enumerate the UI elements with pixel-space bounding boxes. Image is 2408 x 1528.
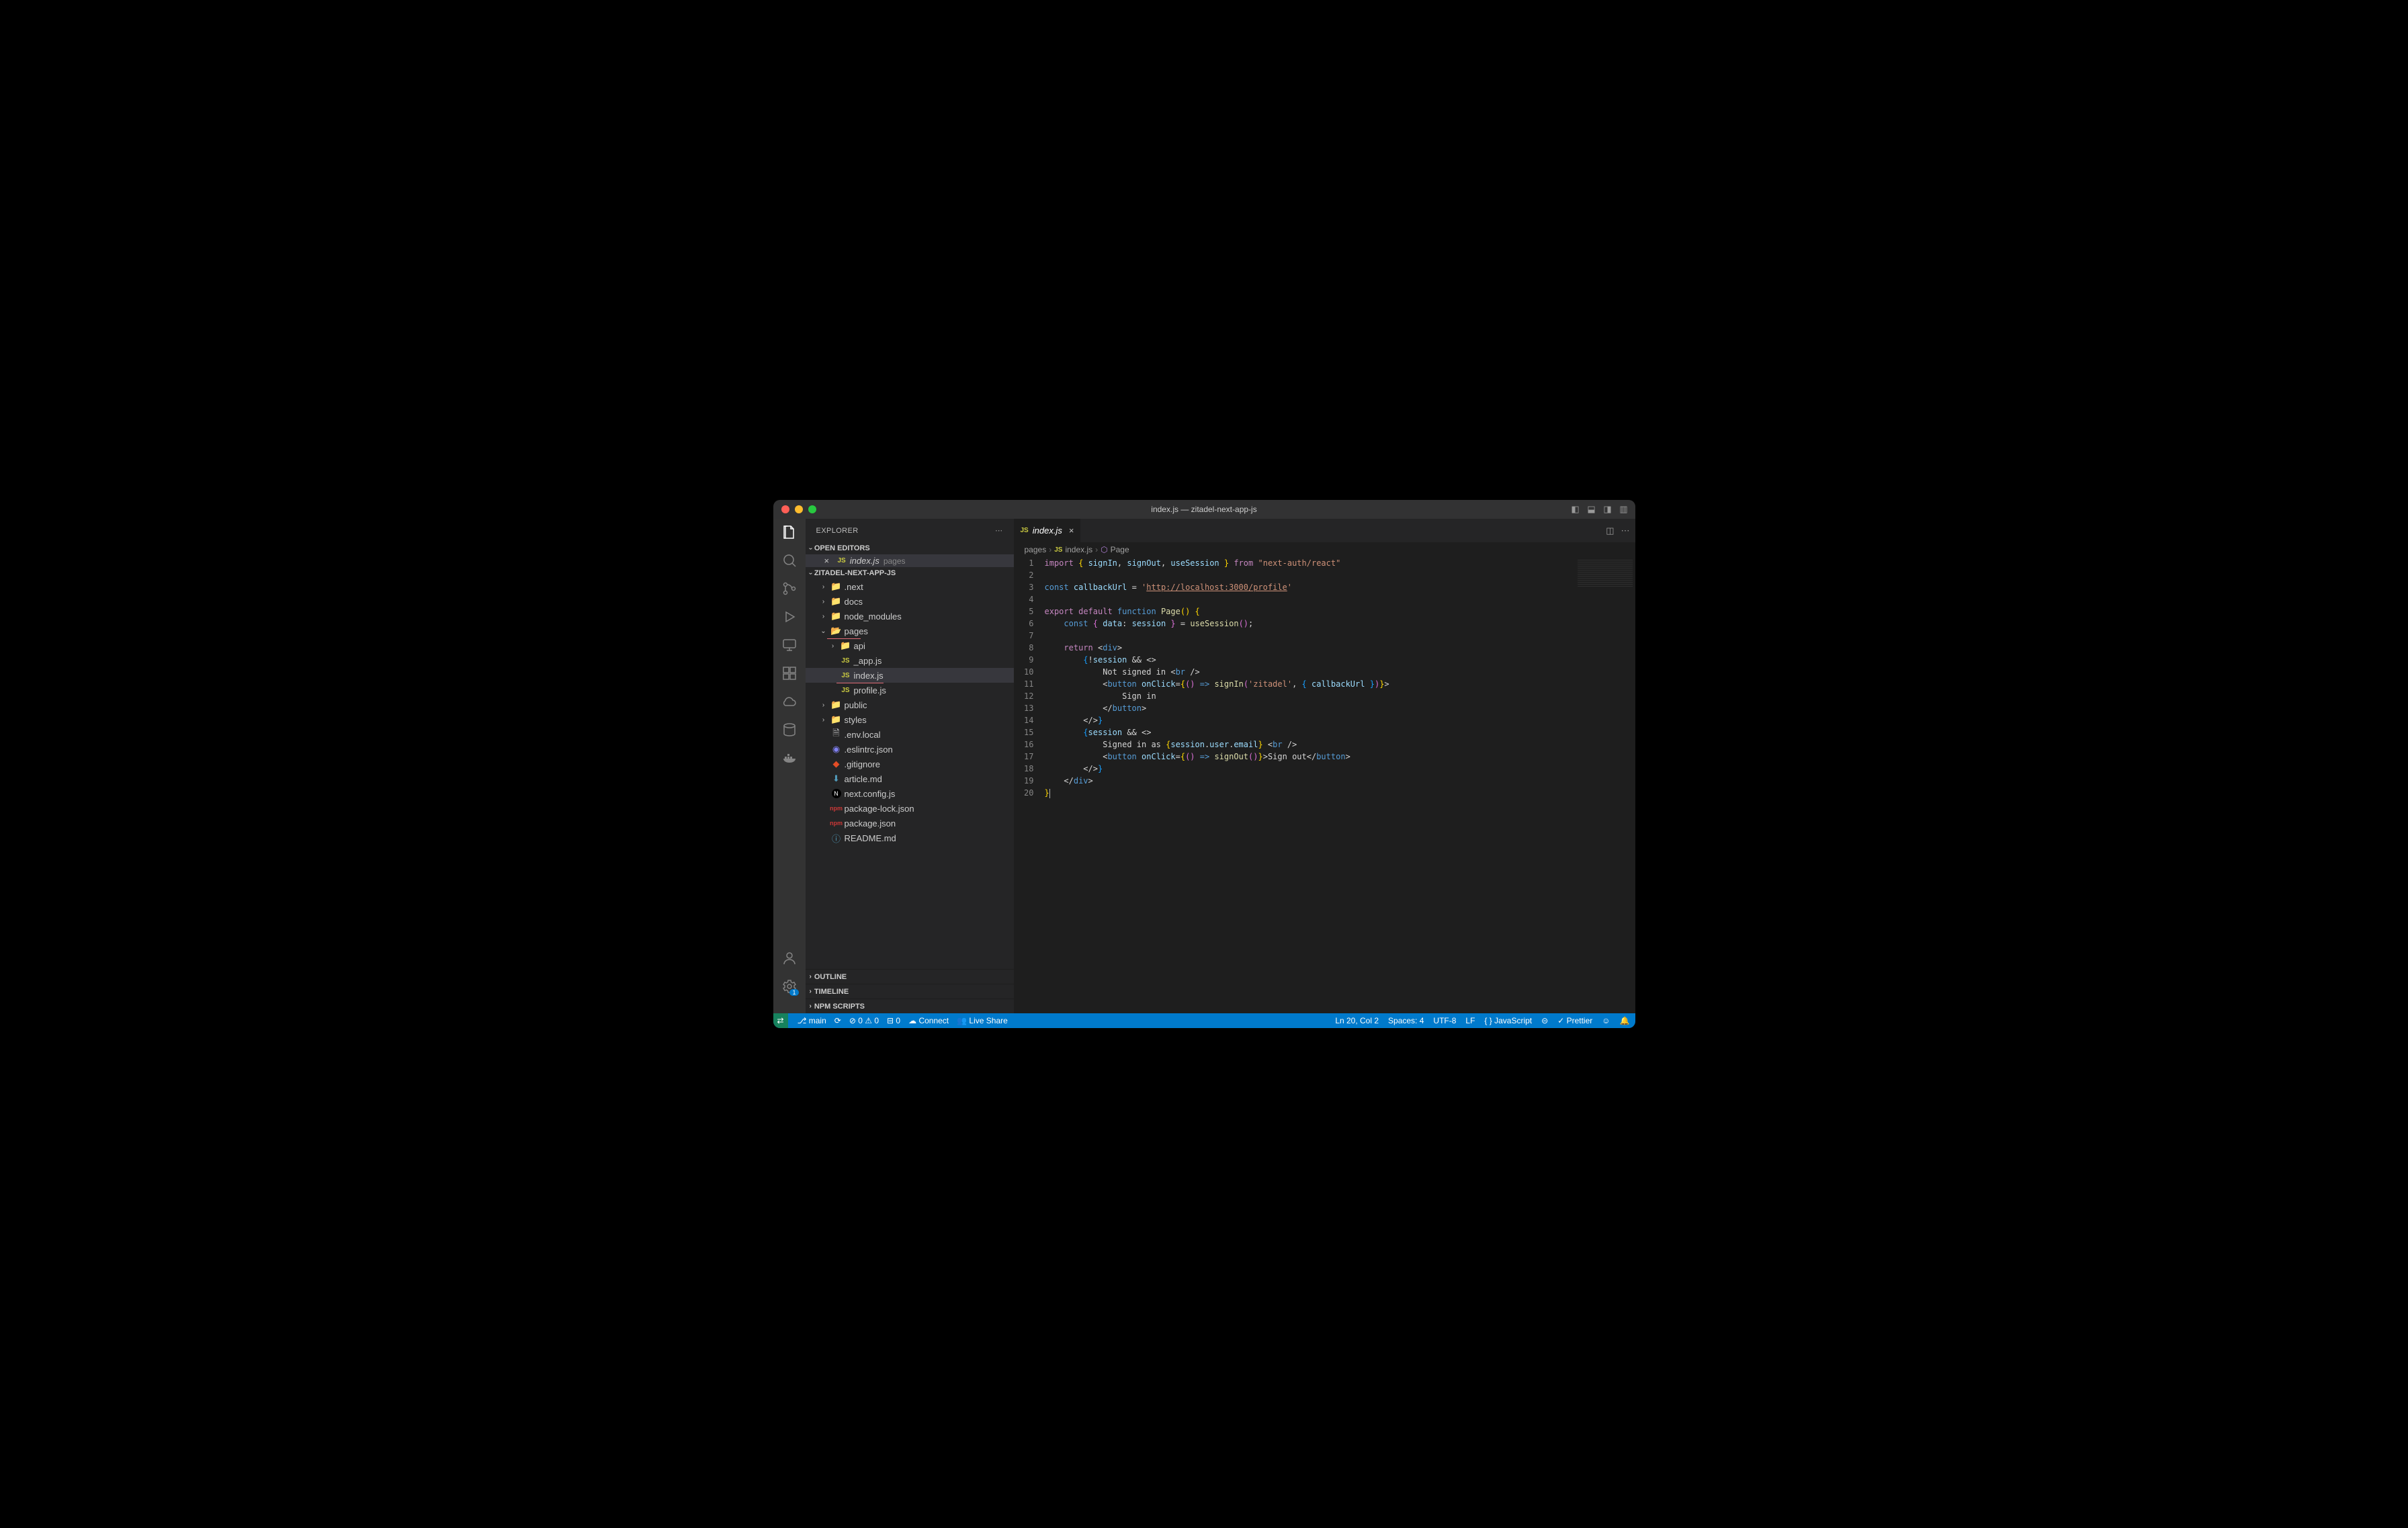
source-control-icon[interactable] — [781, 581, 798, 597]
activity-bar: 1 — [773, 519, 806, 1013]
tab-index-js[interactable]: JS index.js × — [1014, 519, 1082, 542]
indentation[interactable]: Spaces: 4 — [1388, 1016, 1424, 1025]
outline-section[interactable]: ›OUTLINE — [806, 969, 1014, 984]
extensions-icon[interactable] — [781, 665, 798, 681]
tree-item-readme-md[interactable]: ⓘREADME.md — [806, 831, 1014, 845]
more-actions-icon[interactable]: ⋯ — [1621, 525, 1630, 536]
window-title: index.js — zitadel-next-app-js — [1151, 505, 1256, 514]
status-bar: ⇄ ⎇ main ⟳ ⊘ 0 ⚠ 0 ⊟ 0 ☁ Connect 👥 Live … — [773, 1013, 1635, 1028]
editor-group: JS index.js × ◫ ⋯ pages› JS index.js› ⬡ … — [1014, 519, 1635, 1013]
tree-item-article-md[interactable]: ⬇article.md — [806, 771, 1014, 786]
line-gutter: 1234567891011121314151617181920 — [1014, 557, 1045, 1013]
search-icon[interactable] — [781, 552, 798, 568]
open-editor-item[interactable]: × JS index.js pages — [806, 554, 1014, 567]
tree-item-docs[interactable]: ›📁docs — [806, 594, 1014, 609]
sidebar: EXPLORER ⋯ ›OPEN EDITORS × JS index.js p… — [806, 519, 1014, 1013]
git-branch[interactable]: ⎇ main — [798, 1016, 826, 1025]
tree-item-pages[interactable]: ⌄📂pages — [806, 624, 1014, 638]
tree-item--eslintrc-json[interactable]: ◉.eslintrc.json — [806, 742, 1014, 757]
minimap[interactable] — [1575, 557, 1635, 1013]
explorer-header: EXPLORER ⋯ — [806, 519, 1014, 542]
split-editor-icon[interactable]: ◫ — [1606, 525, 1614, 536]
tree-item--env-local[interactable]: 🗎.env.local — [806, 727, 1014, 742]
tree-item-package-lock-json[interactable]: npmpackage-lock.json — [806, 801, 1014, 816]
tree-item--app-js[interactable]: JS_app.js — [806, 653, 1014, 668]
titlebar[interactable]: index.js — zitadel-next-app-js ◧ ⬓ ◨ ▥ — [773, 500, 1635, 519]
maximize-icon[interactable] — [808, 505, 816, 513]
connect-button[interactable]: ☁ Connect — [908, 1016, 949, 1025]
close-tab-icon[interactable]: × — [1069, 525, 1074, 536]
code-content[interactable]: import { signIn, signOut, useSession } f… — [1045, 557, 1575, 1013]
tree-item-styles[interactable]: ›📁styles — [806, 712, 1014, 727]
explorer-icon[interactable] — [781, 524, 798, 540]
tree-item-public[interactable]: ›📁public — [806, 697, 1014, 712]
breadcrumb[interactable]: pages› JS index.js› ⬡ Page — [1014, 542, 1635, 557]
prettier[interactable]: ✓ Prettier — [1557, 1016, 1592, 1025]
toggle-bottom-panel-icon[interactable]: ⬓ — [1586, 505, 1598, 514]
account-icon[interactable] — [781, 950, 798, 966]
timeline-section[interactable]: ›TIMELINE — [806, 984, 1014, 999]
customize-layout-icon[interactable]: ▥ — [1618, 505, 1630, 514]
tab-label: index.js — [1033, 525, 1062, 536]
tree-item-index-js[interactable]: JSindex.js — [806, 668, 1014, 683]
problems[interactable]: ⊘ 0 ⚠ 0 — [849, 1016, 879, 1025]
js-icon: JS — [838, 557, 846, 564]
open-editor-path: pages — [884, 556, 906, 566]
traffic-lights — [781, 505, 816, 513]
tree-item-profile-js[interactable]: JSprofile.js — [806, 683, 1014, 697]
tree-item-package-json[interactable]: npmpackage.json — [806, 816, 1014, 831]
file-tree: ›📁.next›📁docs›📁node_modules⌄📂pages›📁apiJ… — [806, 579, 1014, 969]
tree-item--gitignore[interactable]: ◆.gitignore — [806, 757, 1014, 771]
docker-icon[interactable] — [781, 750, 798, 766]
eslint-icon[interactable]: ⊝ — [1541, 1016, 1548, 1025]
layout-controls: ◧ ⬓ ◨ ▥ — [1570, 505, 1630, 514]
minimize-icon[interactable] — [795, 505, 803, 513]
remote-explorer-icon[interactable] — [781, 637, 798, 653]
sync-icon[interactable]: ⟳ — [834, 1016, 841, 1025]
toggle-left-panel-icon[interactable]: ◧ — [1570, 505, 1582, 514]
tree-item-next-config-js[interactable]: Nnext.config.js — [806, 786, 1014, 801]
encoding[interactable]: UTF-8 — [1433, 1016, 1456, 1025]
language-mode[interactable]: { } JavaScript — [1484, 1016, 1532, 1025]
cloud-icon[interactable] — [781, 693, 798, 710]
ports[interactable]: ⊟ 0 — [887, 1016, 900, 1025]
database-icon[interactable] — [781, 722, 798, 738]
tree-item--next[interactable]: ›📁.next — [806, 579, 1014, 594]
js-icon: JS — [1021, 527, 1029, 534]
eol[interactable]: LF — [1465, 1016, 1475, 1025]
tab-bar: JS index.js × ◫ ⋯ — [1014, 519, 1635, 542]
more-icon[interactable]: ⋯ — [995, 526, 1002, 535]
explorer-title: EXPLORER — [816, 527, 859, 535]
close-icon[interactable]: × — [824, 556, 834, 566]
settings-icon[interactable]: 1 — [781, 978, 798, 994]
notifications-icon[interactable]: 🔔 — [1620, 1016, 1630, 1025]
run-debug-icon[interactable] — [781, 609, 798, 625]
vscode-window: index.js — zitadel-next-app-js ◧ ⬓ ◨ ▥ 1 — [773, 500, 1635, 1028]
live-share-button[interactable]: 👥 Live Share — [957, 1016, 1008, 1025]
npm-scripts-section[interactable]: ›NPM SCRIPTS — [806, 999, 1014, 1013]
editor-area[interactable]: 1234567891011121314151617181920 import {… — [1014, 557, 1635, 1013]
close-icon[interactable] — [781, 505, 789, 513]
cursor-position[interactable]: Ln 20, Col 2 — [1335, 1016, 1379, 1025]
tree-item-api[interactable]: ›📁api — [806, 638, 1014, 653]
open-editors-section[interactable]: ›OPEN EDITORS — [806, 542, 1014, 554]
open-editor-name: index.js — [850, 556, 879, 566]
feedback-icon[interactable]: ☺ — [1602, 1016, 1610, 1025]
project-section[interactable]: ›ZITADEL-NEXT-APP-JS — [806, 567, 1014, 579]
toggle-right-panel-icon[interactable]: ◨ — [1602, 505, 1614, 514]
tree-item-node-modules[interactable]: ›📁node_modules — [806, 609, 1014, 624]
remote-indicator[interactable]: ⇄ — [773, 1013, 788, 1028]
